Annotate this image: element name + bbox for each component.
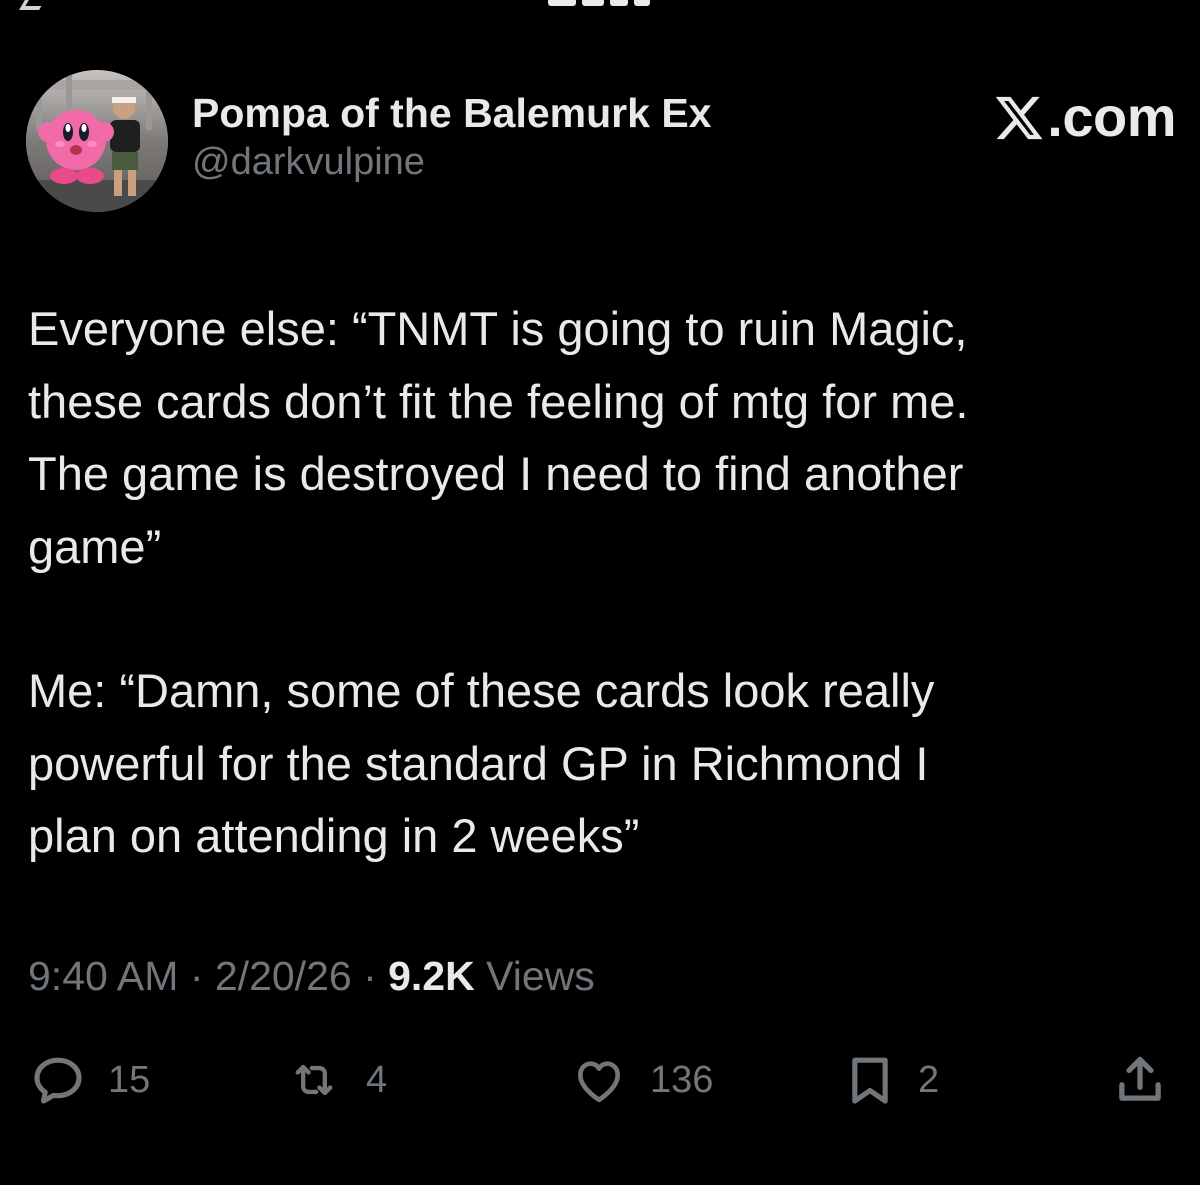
brand-text: .com: [1047, 85, 1176, 148]
reply-count: 15: [108, 1058, 151, 1101]
bookmark-button[interactable]: 2: [842, 1045, 939, 1115]
post-paragraph: Me: “Damn, some of these cards look real…: [28, 664, 935, 862]
post-time[interactable]: 9:40 AM: [28, 953, 178, 999]
back-arrow-icon[interactable]: [19, 0, 45, 10]
repost-count: 4: [366, 1058, 388, 1101]
user-handle[interactable]: @darkvulpine: [192, 138, 711, 186]
page-title: [548, 0, 660, 8]
x-logo-icon: [996, 96, 1043, 140]
repost-icon: [295, 1064, 333, 1096]
share-button[interactable]: [1110, 1045, 1170, 1115]
repost-button[interactable]: 4: [282, 1045, 387, 1115]
post-text: Everyone else: “TNMT is going to ruin Ma…: [28, 293, 1178, 873]
meta-separator: ·: [351, 953, 389, 999]
heart-icon: [578, 1061, 620, 1103]
avatar-image: [26, 70, 168, 212]
bookmark-count: 2: [918, 1058, 940, 1101]
brand-watermark: .com: [993, 84, 1176, 147]
post-paragraph: Everyone else: “TNMT is going to ruin Ma…: [28, 302, 969, 573]
author-block[interactable]: Pompa of the Balemurk Ex @darkvulpine: [192, 88, 711, 186]
reply-button[interactable]: 15: [28, 1045, 150, 1115]
avatar[interactable]: [26, 70, 168, 212]
reply-icon: [34, 1057, 82, 1104]
post-date[interactable]: 2/20/26: [215, 953, 352, 999]
meta-separator: ·: [178, 953, 215, 999]
top-bar: [0, 0, 1200, 14]
like-count: 136: [650, 1058, 714, 1101]
views-label: Views: [486, 953, 595, 999]
post-header: Pompa of the Balemurk Ex @darkvulpine .c…: [26, 70, 1176, 215]
display-name[interactable]: Pompa of the Balemurk Ex: [192, 88, 711, 138]
post-meta: 9:40 AM · 2/20/26 · 9.2K Views: [28, 950, 595, 1002]
share-icon: [1119, 1056, 1161, 1101]
bookmark-icon: [852, 1057, 888, 1104]
action-bar: 15 4 136 2: [0, 1045, 1200, 1115]
like-button[interactable]: 136: [568, 1045, 713, 1115]
views-count[interactable]: 9.2K: [388, 953, 475, 999]
